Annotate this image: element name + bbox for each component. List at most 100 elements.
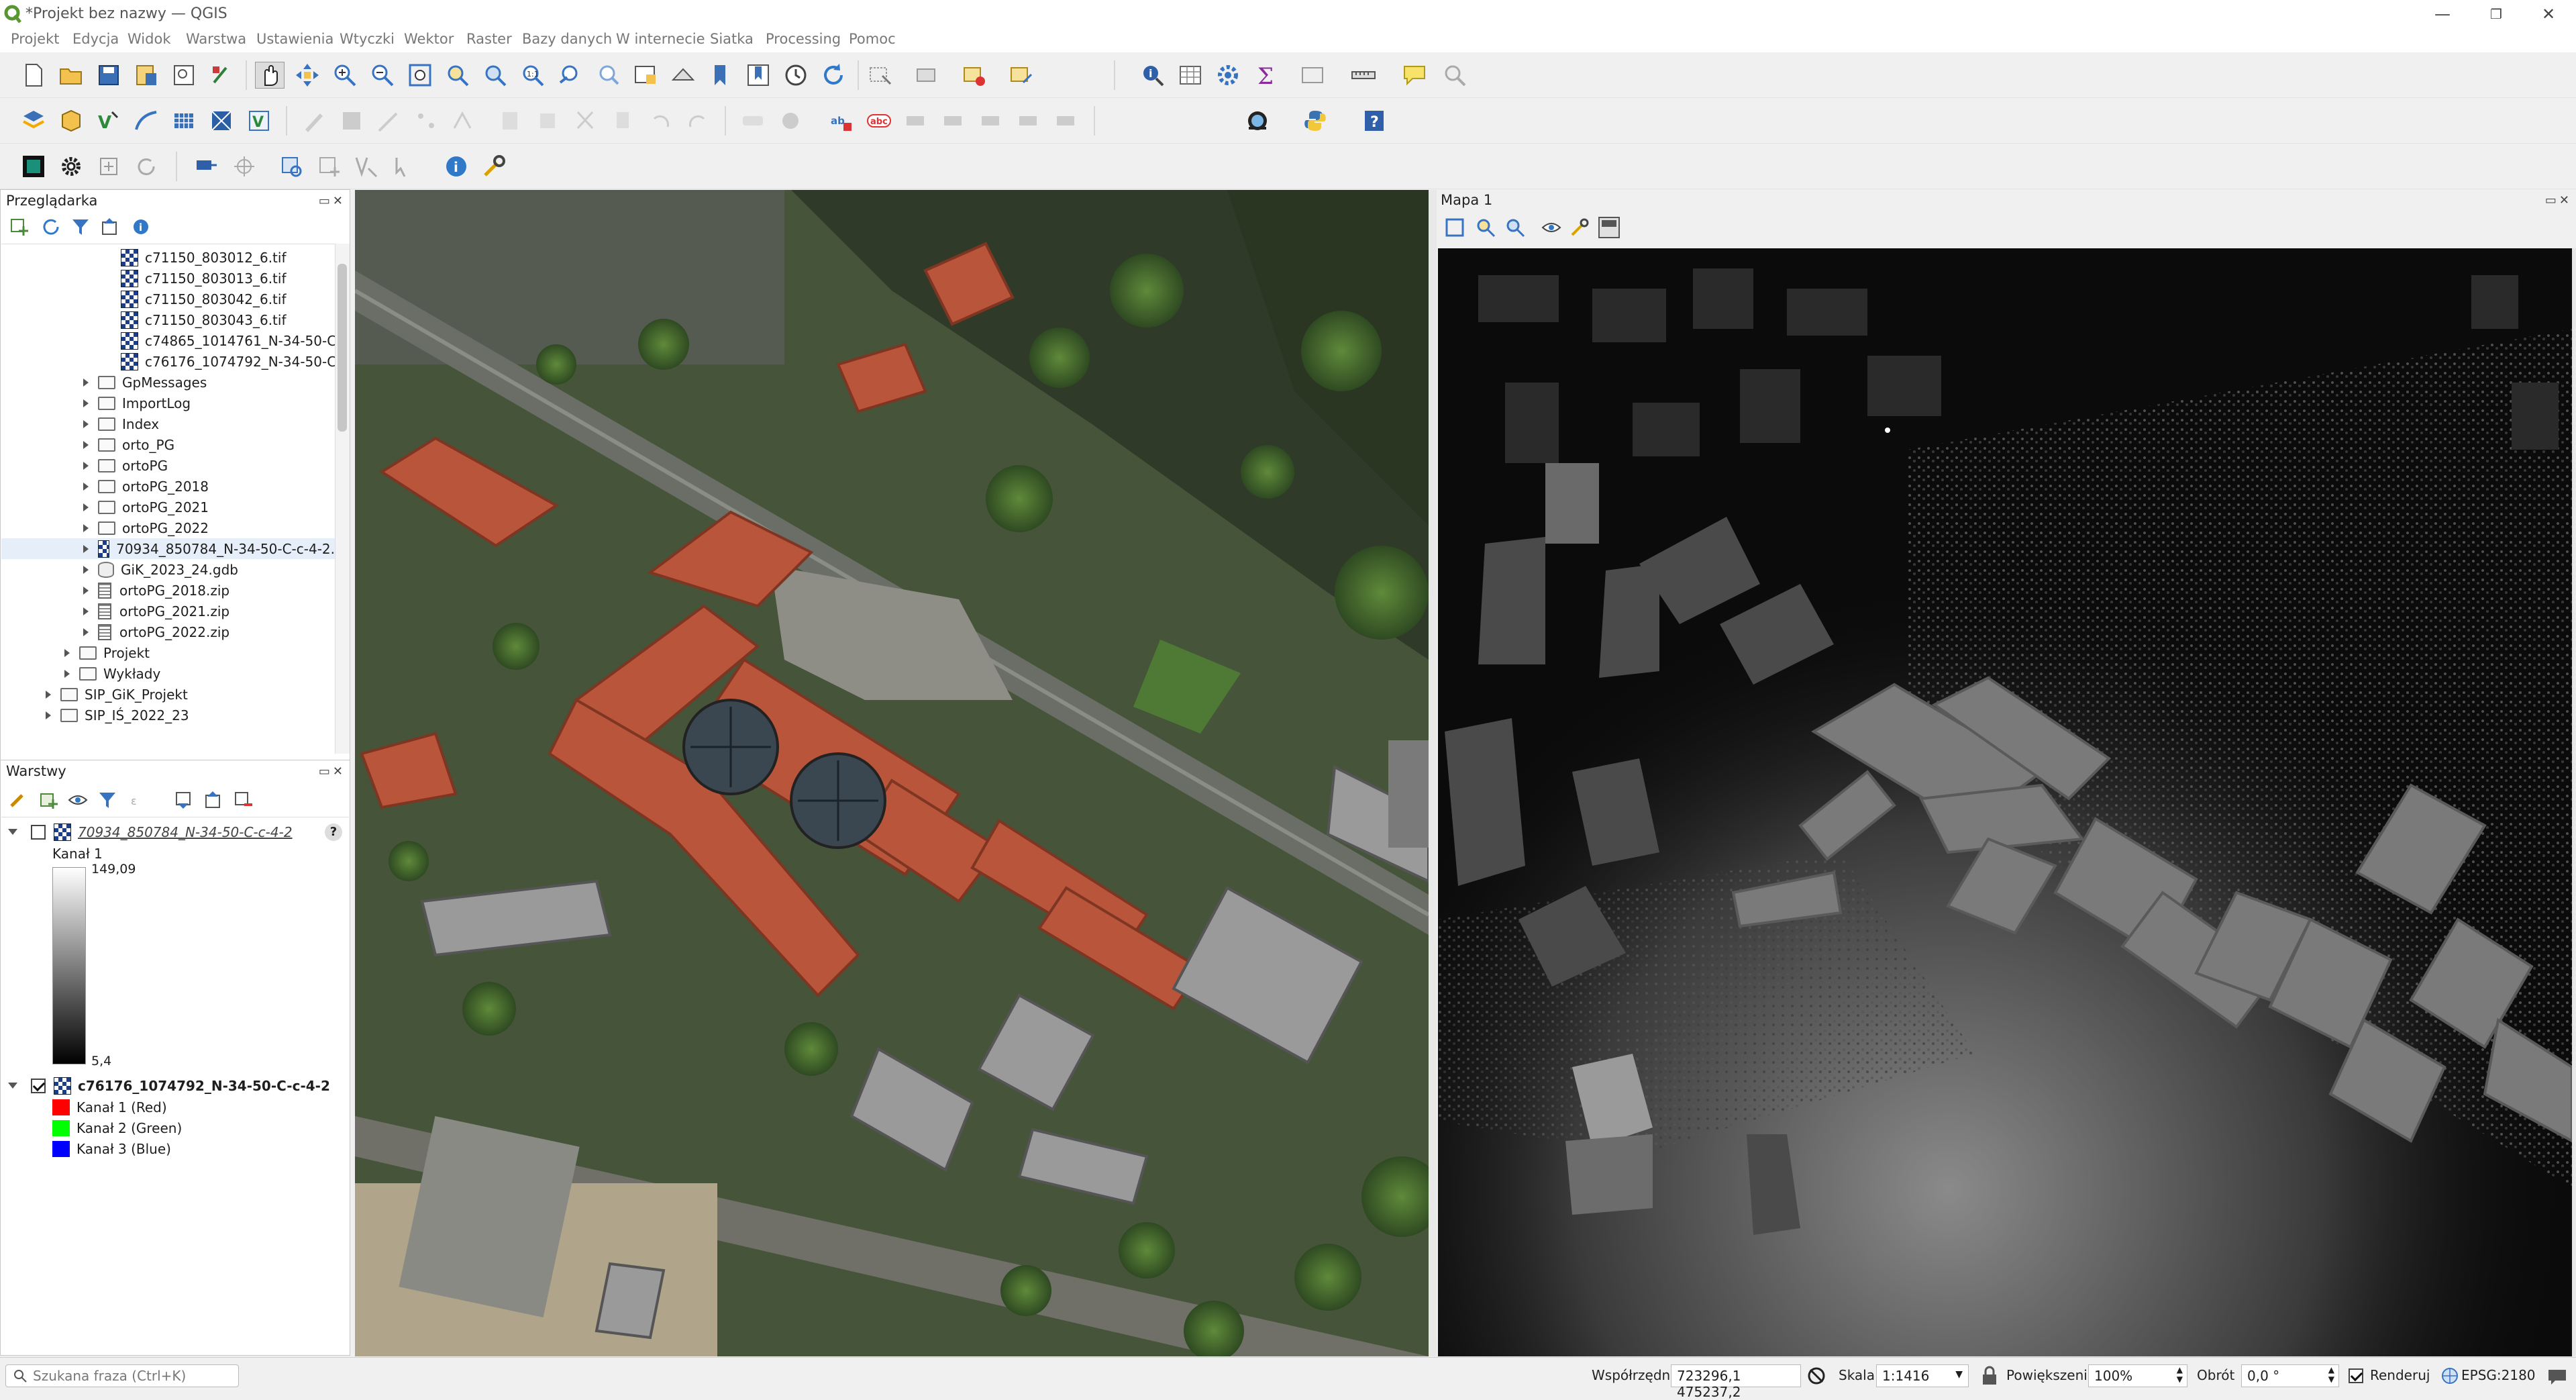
browser-item[interactable]: SIP_IŚ_2022_23 <box>46 705 189 726</box>
refresh-icon[interactable] <box>819 62 848 89</box>
browser-item[interactable]: SIP_GiK_Projekt <box>46 684 188 705</box>
maximize-button[interactable]: ❐ <box>2469 3 2523 26</box>
scale-field[interactable]: 1:1416 ▼ <box>1876 1364 1969 1387</box>
cursor-info-icon[interactable] <box>389 153 419 180</box>
new-project-icon[interactable] <box>19 62 48 89</box>
save-edits-icon[interactable] <box>337 107 366 134</box>
copy-features-icon[interactable] <box>570 107 600 134</box>
magnifier-field[interactable]: 100% ▲ ▼ <box>2088 1364 2187 1387</box>
data-source-manager-icon[interactable] <box>19 107 48 134</box>
digitize-icon[interactable] <box>374 107 404 134</box>
help-icon[interactable]: ? <box>1359 107 1389 134</box>
browser-item[interactable]: ortoPG_2021 <box>83 497 209 517</box>
browser-scrollbar[interactable] <box>335 244 350 754</box>
map-view-eye-icon[interactable] <box>1541 217 1561 238</box>
expand-arrow-icon[interactable] <box>46 690 51 699</box>
layer-diagram-icon[interactable]: abc <box>864 107 894 134</box>
browser-item[interactable]: GpMessages <box>83 372 207 393</box>
expand-arrow-icon[interactable] <box>83 607 89 615</box>
coordinates-field[interactable]: 723296,1 475237,2 <box>1671 1364 1801 1400</box>
label-tool-icon[interactable] <box>738 107 768 134</box>
browser-item[interactable]: c71150_803013_6.tif <box>121 268 287 289</box>
plugin-globe-icon[interactable] <box>1243 107 1272 134</box>
move-label-icon[interactable] <box>977 107 1007 134</box>
browser-item[interactable]: ortoPG_2022 <box>83 517 209 538</box>
menu-w-internecie[interactable]: W internecie <box>616 31 705 47</box>
tools-icon[interactable] <box>479 153 509 180</box>
delete-selected-icon[interactable] <box>495 107 525 134</box>
expand-arrow-icon[interactable] <box>64 669 70 678</box>
new-3d-view-icon[interactable] <box>668 62 698 89</box>
refresh-browser-icon[interactable] <box>41 217 61 237</box>
expand-arrow-icon[interactable] <box>64 648 70 657</box>
collapse-arrow-icon[interactable] <box>8 829 17 835</box>
expand-arrow-icon[interactable] <box>83 565 89 574</box>
map1-canvas[interactable] <box>1438 248 2572 1356</box>
panel-float-close-icon[interactable]: ▭✕ <box>2545 193 2572 207</box>
minimize-button[interactable]: — <box>2416 3 2469 26</box>
main-map-canvas[interactable] <box>355 190 1429 1356</box>
change-label-icon[interactable] <box>1052 107 1082 134</box>
browser-item[interactable]: Wykłady <box>64 663 160 684</box>
open-attribute-table-icon[interactable] <box>1176 62 1205 89</box>
filter-legend-icon[interactable] <box>97 790 117 810</box>
select-features-icon[interactable] <box>866 62 895 89</box>
browser-item[interactable]: ortoPG_2018 <box>83 476 209 497</box>
expand-arrow-icon[interactable] <box>83 523 89 532</box>
menu-widok[interactable]: Widok <box>127 31 170 47</box>
open-styling-icon[interactable] <box>9 790 29 810</box>
expand-arrow-icon[interactable] <box>83 482 89 491</box>
info-icon[interactable]: i <box>442 153 471 180</box>
rotate-label-icon[interactable] <box>1015 107 1044 134</box>
new-spatial-bookmark-icon[interactable] <box>706 62 735 89</box>
zoom-in-icon[interactable] <box>330 62 360 89</box>
layer-warning-icon[interactable]: ? <box>325 823 342 841</box>
expand-arrow-icon[interactable] <box>46 711 51 719</box>
zoom-to-layer-icon[interactable] <box>480 62 510 89</box>
add-raster-icon[interactable] <box>169 107 199 134</box>
rotation-field[interactable]: 0,0 ° ▲ ▼ <box>2241 1364 2339 1387</box>
layer-visibility-checkbox[interactable] <box>31 1078 46 1093</box>
map-layout-icon[interactable] <box>1598 216 1620 239</box>
browser-item[interactable]: ortoPG <box>83 455 168 476</box>
undo-icon[interactable] <box>646 107 675 134</box>
open-project-icon[interactable] <box>56 62 86 89</box>
browser-item[interactable]: c71150_803042_6.tif <box>121 289 287 309</box>
browser-item[interactable]: GiK_2023_24.gdb <box>83 559 238 580</box>
zoom-to-layer-icon[interactable] <box>1505 217 1525 238</box>
expand-arrow-icon[interactable] <box>83 378 89 387</box>
browser-item[interactable]: ortoPG_2022.zip <box>83 621 229 642</box>
properties-info-icon[interactable]: i <box>131 217 151 237</box>
messages-icon[interactable] <box>2547 1367 2567 1386</box>
close-button[interactable]: ✕ <box>2522 3 2575 26</box>
python-console-icon[interactable] <box>1300 107 1330 134</box>
remove-layer-icon[interactable] <box>233 790 253 810</box>
expand-arrow-icon[interactable] <box>83 461 89 470</box>
dem-scrollbar[interactable] <box>2572 248 2576 1356</box>
expand-arrow-icon[interactable] <box>83 503 89 511</box>
zoom-native-icon[interactable]: 1:1 <box>518 62 548 89</box>
statistics-summary-icon[interactable]: Σ <box>1251 62 1280 89</box>
plugin-square-icon[interactable] <box>19 153 48 180</box>
show-bookmarks-icon[interactable] <box>743 62 773 89</box>
menu-raster[interactable]: Raster <box>466 31 512 47</box>
panel-float-close-icon[interactable]: ▭✕ <box>319 194 346 208</box>
menu-ustawienia[interactable]: Ustawienia <box>256 31 333 47</box>
deselect-features-icon[interactable] <box>960 62 989 89</box>
toggle-extents-icon[interactable] <box>1806 1366 1826 1386</box>
layer-visibility-checkbox[interactable] <box>31 824 46 840</box>
expand-arrow-icon[interactable] <box>83 586 89 595</box>
pin-labels-icon[interactable] <box>902 107 931 134</box>
zoom-to-selection-icon[interactable] <box>1476 217 1496 238</box>
print-layout-icon[interactable] <box>169 62 199 89</box>
browser-item[interactable]: c71150_803043_6.tif <box>121 309 287 330</box>
browser-item-selected[interactable]: 70934_850784_N-34-50-C-c-4-2. <box>1 538 335 559</box>
select-location-icon[interactable] <box>1007 62 1036 89</box>
settings-gear-icon[interactable] <box>56 153 86 180</box>
menu-wtyczki[interactable]: Wtyczki <box>340 31 395 47</box>
expand-arrow-icon[interactable] <box>83 628 89 636</box>
browser-item[interactable]: c74865_1014761_N-34-50-C-c <box>121 330 348 351</box>
map-tips-icon[interactable] <box>1400 62 1429 89</box>
modify-attributes-icon[interactable] <box>450 107 479 134</box>
collapse-all-icon[interactable] <box>100 217 120 237</box>
